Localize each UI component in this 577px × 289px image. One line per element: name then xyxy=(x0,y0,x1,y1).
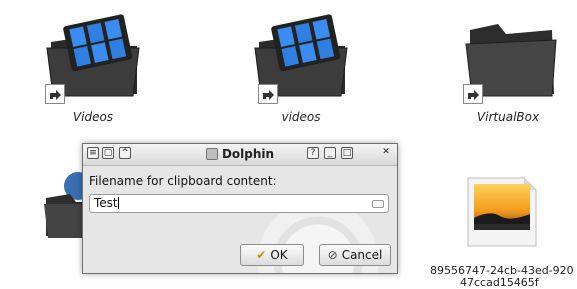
filename-input[interactable]: Test xyxy=(89,194,389,213)
dialog-titlebar[interactable]: ≡ ▢ ^ Dolphin ? _ □ ✕ xyxy=(83,144,397,166)
help-button[interactable]: ? xyxy=(307,147,319,159)
desktop-item-label: videos xyxy=(281,110,321,124)
shortcut-arrow-icon xyxy=(45,84,65,104)
file-name-line2: 47ccad15465f xyxy=(460,276,539,289)
desktop-item-virtualbox[interactable]: VirtualBox xyxy=(448,0,568,130)
image-file-icon xyxy=(467,177,537,247)
desktop-item-videos[interactable]: Videos xyxy=(33,0,153,130)
filename-prompt-label: Filename for clipboard content: xyxy=(89,174,277,188)
cancel-button[interactable]: ⊘ Cancel xyxy=(319,244,391,266)
desktop-item-videos-lower[interactable]: videos xyxy=(241,0,361,130)
cancel-icon: ⊘ xyxy=(327,248,338,262)
shortcut-arrow-icon xyxy=(463,84,483,104)
dialog-content: Filename for clipboard content: Test ✔ OK… xyxy=(83,166,397,273)
save-clipboard-dialog: ≡ ▢ ^ Dolphin ? _ □ ✕ Filename for clipb… xyxy=(82,143,398,274)
close-button[interactable]: ✕ xyxy=(380,147,392,159)
ok-check-icon: ✔ xyxy=(256,248,267,262)
shortcut-arrow-icon xyxy=(258,84,278,104)
minimize-button[interactable]: _ xyxy=(324,147,336,159)
desktop-item-image-file[interactable]: 89556747-24cb-43ed-920 47ccad15465f xyxy=(430,170,577,289)
ok-button[interactable]: ✔ OK xyxy=(240,244,304,266)
desktop-item-label: VirtualBox xyxy=(476,110,540,124)
desktop-item-label: Videos xyxy=(72,110,114,124)
maximize-button[interactable]: □ xyxy=(341,147,353,159)
clear-field-icon[interactable] xyxy=(372,200,384,208)
text-caret xyxy=(117,197,119,209)
dolphin-app-icon xyxy=(205,148,218,160)
